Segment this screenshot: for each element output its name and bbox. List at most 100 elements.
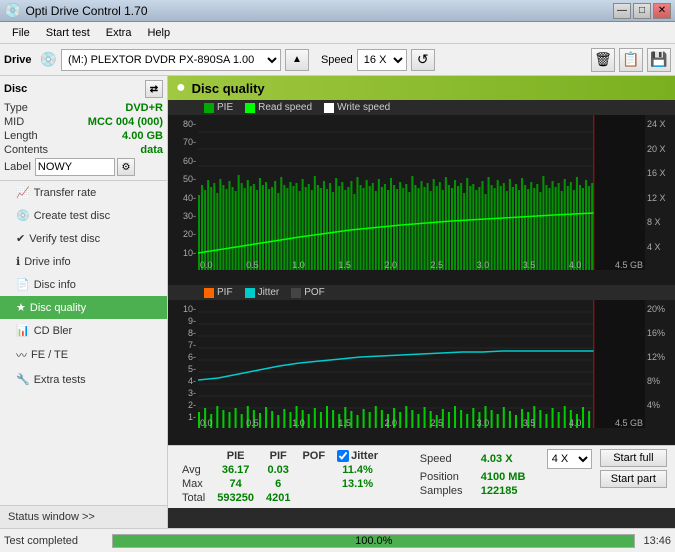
progress-text: 100.0% xyxy=(113,535,634,547)
app-title: Opti Drive Control 1.70 xyxy=(25,4,147,18)
minimize-button[interactable]: — xyxy=(613,3,631,19)
sidebar-item-create-test-disc[interactable]: 💿 Create test disc xyxy=(0,204,167,227)
fe-te-icon: 〰 xyxy=(16,347,27,363)
total-pif: 4201 xyxy=(260,491,296,505)
copy-button[interactable]: 📋 xyxy=(619,48,643,72)
chart1-wrapper: PIE Read speed Write speed 80- 70- 60- xyxy=(168,100,675,285)
col-jitter-check[interactable]: Jitter xyxy=(331,449,384,463)
mid-value: MCC 004 (000) xyxy=(88,116,163,128)
sidebar-item-cd-bler[interactable]: 📊 CD Bler xyxy=(0,319,167,342)
cd-bler-icon: 📊 xyxy=(16,324,30,337)
refresh-button[interactable]: ↺ xyxy=(411,49,435,71)
disc-quality-header: ● Disc quality xyxy=(168,76,675,100)
pie-legend-color xyxy=(204,103,214,113)
disc-swap-button[interactable]: ⇄ xyxy=(145,80,163,98)
eject-button[interactable]: ▲ xyxy=(285,49,309,71)
left-panel: Disc ⇄ Type DVD+R MID MCC 004 (000) Leng… xyxy=(0,76,168,528)
max-label: Max xyxy=(176,477,211,491)
length-value: 4.00 GB xyxy=(122,130,163,142)
position-label: Position xyxy=(420,471,475,483)
sidebar-item-fe-te[interactable]: 〰 FE / TE xyxy=(0,342,167,368)
drive-select[interactable]: (M:) PLEXTOR DVDR PX-890SA 1.00 xyxy=(61,49,281,71)
legend-write-speed: Write speed xyxy=(324,102,390,113)
label-input[interactable] xyxy=(35,158,115,176)
disc-section: Disc ⇄ Type DVD+R MID MCC 004 (000) Leng… xyxy=(0,76,167,181)
write-speed-legend-color xyxy=(324,103,334,113)
sidebar-item-disc-quality[interactable]: ★ Disc quality xyxy=(0,296,167,319)
col-pif: PIF xyxy=(260,449,296,463)
label-settings-button[interactable]: ⚙ xyxy=(117,158,135,176)
label-label: Label xyxy=(4,161,31,173)
sidebar-item-disc-info[interactable]: 📄 Disc info xyxy=(0,273,167,296)
pof-legend-color xyxy=(291,288,301,298)
chart2-wrapper: PIF Jitter POF 10- 9- 8- 7- xyxy=(168,285,675,445)
extra-tests-icon: 🔧 xyxy=(16,373,30,386)
status-text: Test completed xyxy=(4,535,104,547)
menu-help[interactable]: Help xyxy=(139,25,178,41)
samples-label: Samples xyxy=(420,485,475,497)
sidebar-item-verify-test-disc[interactable]: ✔ Verify test disc xyxy=(0,227,167,250)
speed-label: Speed xyxy=(321,54,353,66)
transfer-rate-icon: 📈 xyxy=(16,186,30,199)
contents-value: data xyxy=(140,144,163,156)
sidebar-item-extra-tests[interactable]: 🔧 Extra tests xyxy=(0,368,167,391)
total-jitter xyxy=(331,491,384,505)
erase-button[interactable]: 🗑 xyxy=(591,48,615,72)
sidebar-item-transfer-rate[interactable]: 📈 Transfer rate xyxy=(0,181,167,204)
legend-jitter: Jitter xyxy=(245,287,280,298)
type-value: DVD+R xyxy=(125,102,163,114)
nav-list: 📈 Transfer rate 💿 Create test disc ✔ Ver… xyxy=(0,181,167,391)
avg-pof xyxy=(296,463,331,477)
titlebar: 💿 Opti Drive Control 1.70 — □ ✕ xyxy=(0,0,675,22)
menubar: File Start test Extra Help xyxy=(0,22,675,44)
disc-quality-title: Disc quality xyxy=(192,81,265,96)
avg-label: Avg xyxy=(176,463,211,477)
progress-bar: 100.0% xyxy=(112,534,635,548)
menu-extra[interactable]: Extra xyxy=(98,25,140,41)
sidebar-item-drive-info[interactable]: ℹ Drive info xyxy=(0,250,167,273)
create-test-disc-icon: 💿 xyxy=(16,209,30,222)
legend-pof: POF xyxy=(291,287,325,298)
menu-file[interactable]: File xyxy=(4,25,38,41)
max-pof xyxy=(296,477,331,491)
col-pie: PIE xyxy=(211,449,260,463)
avg-pie: 36.17 xyxy=(211,463,260,477)
drivebar: Drive 💿 (M:) PLEXTOR DVDR PX-890SA 1.00 … xyxy=(0,44,675,76)
col-pof: POF xyxy=(296,449,331,463)
mid-label: MID xyxy=(4,116,24,128)
save-button[interactable]: 💾 xyxy=(647,48,671,72)
read-speed-legend-color xyxy=(245,103,255,113)
type-label: Type xyxy=(4,102,28,114)
status-window-button[interactable]: Status window >> xyxy=(0,505,167,528)
start-buttons: Start full Start part xyxy=(600,449,667,488)
menu-start-test[interactable]: Start test xyxy=(38,25,98,41)
chart2-svg xyxy=(198,300,645,428)
stats-bar: PIE PIF POF Jitter Avg 36.17 xyxy=(168,445,675,508)
speed-value-stat: 4.03 X xyxy=(481,453,541,465)
disc-quality-icon: ● xyxy=(176,79,186,97)
chart1-svg: /* bars rendered via CSS */ xyxy=(198,115,645,270)
drive-info-icon: ℹ xyxy=(16,255,20,268)
stats-avg-row: Avg 36.17 0.03 11.4% xyxy=(176,463,384,477)
start-part-button[interactable]: Start part xyxy=(600,470,667,488)
drive-label: Drive xyxy=(4,54,32,66)
contents-label: Contents xyxy=(4,144,48,156)
content-area: ● Disc quality PIE Read speed Write spee… xyxy=(168,76,675,528)
jitter-checkbox[interactable] xyxy=(337,450,349,462)
status-time: 13:46 xyxy=(643,535,671,547)
speed-label-stat: Speed xyxy=(420,453,475,465)
verify-test-disc-icon: ✔ xyxy=(16,232,25,245)
max-jitter: 13.1% xyxy=(331,477,384,491)
maximize-button[interactable]: □ xyxy=(633,3,651,19)
legend-read-speed: Read speed xyxy=(245,102,312,113)
jitter-legend-color xyxy=(245,288,255,298)
start-full-button[interactable]: Start full xyxy=(600,449,667,467)
statusbar: Test completed 100.0% 13:46 xyxy=(0,528,675,552)
speed-select-stat[interactable]: 4 X xyxy=(547,449,592,469)
close-button[interactable]: ✕ xyxy=(653,3,671,19)
stats-max-row: Max 74 6 13.1% xyxy=(176,477,384,491)
speed-select[interactable]: 16 X xyxy=(357,49,407,71)
drive-icon: 💿 xyxy=(40,51,57,68)
position-value: 4100 MB xyxy=(481,471,541,483)
avg-jitter: 11.4% xyxy=(331,463,384,477)
